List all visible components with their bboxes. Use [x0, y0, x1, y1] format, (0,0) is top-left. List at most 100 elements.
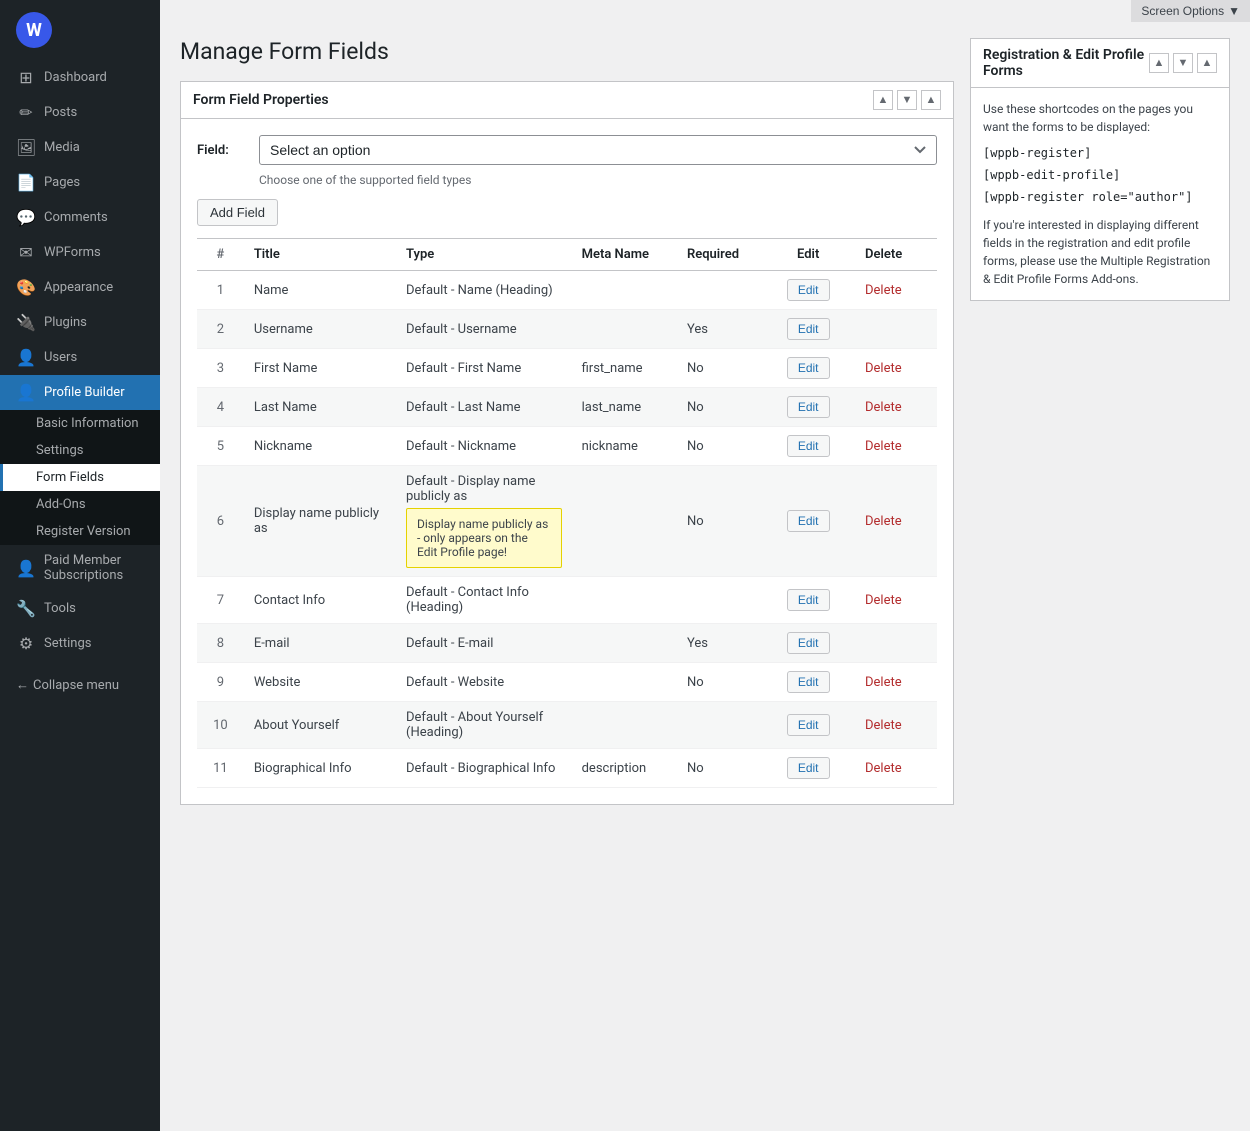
row-edit-cell: Edit	[761, 466, 855, 577]
field-hint: Choose one of the supported field types	[197, 173, 937, 187]
row-num: 7	[197, 577, 244, 624]
sidebar-item-settings[interactable]: ⚙ Settings	[0, 626, 160, 661]
row-title: Last Name	[244, 388, 396, 427]
row-type: Default - Biographical Info	[396, 749, 572, 788]
edit-button[interactable]: Edit	[787, 279, 830, 301]
row-required: Yes	[677, 310, 761, 349]
edit-button[interactable]: Edit	[787, 671, 830, 693]
edit-button[interactable]: Edit	[787, 357, 830, 379]
screen-options-label: Screen Options	[1141, 4, 1224, 18]
row-num: 5	[197, 427, 244, 466]
delete-link[interactable]: Delete	[865, 761, 902, 776]
row-type: Default - Website	[396, 663, 572, 702]
add-field-button[interactable]: Add Field	[197, 199, 278, 226]
sidebar-item-users[interactable]: 👤 Users	[0, 340, 160, 375]
pages-icon: 📄	[16, 173, 36, 192]
field-type-select[interactable]: Select an option	[259, 135, 937, 165]
media-icon: 🖼	[16, 138, 36, 157]
submenu-item-register-version[interactable]: Register Version	[0, 518, 160, 545]
sidebar-logo: W	[0, 0, 160, 60]
edit-button[interactable]: Edit	[787, 510, 830, 532]
sidebar-item-pages[interactable]: 📄 Pages	[0, 165, 160, 200]
sidebar-item-posts[interactable]: ✏ Posts	[0, 95, 160, 130]
delete-link[interactable]: Delete	[865, 361, 902, 376]
meta-box-down-button[interactable]: ▼	[897, 90, 917, 110]
delete-link[interactable]: Delete	[865, 514, 902, 529]
row-title: About Yourself	[244, 702, 396, 749]
sidebar-item-appearance[interactable]: 🎨 Appearance	[0, 270, 160, 305]
table-row: 8 E-mail Default - E-mail Yes Edit	[197, 624, 937, 663]
table-row: 11 Biographical Info Default - Biographi…	[197, 749, 937, 788]
settings-icon: ⚙	[16, 634, 36, 653]
sidebar-item-profile-builder[interactable]: 👤 Profile Builder	[0, 375, 160, 410]
page-content: Manage Form Fields Form Field Properties…	[160, 22, 1250, 837]
sidebar-item-dashboard[interactable]: ⊞ Dashboard	[0, 60, 160, 95]
row-delete-cell: Delete	[855, 577, 937, 624]
delete-link[interactable]: Delete	[865, 675, 902, 690]
plugins-icon: 🔌	[16, 313, 36, 332]
table-row: 1 Name Default - Name (Heading) Edit Del…	[197, 271, 937, 310]
row-num: 3	[197, 349, 244, 388]
row-type: Default - Username	[396, 310, 572, 349]
delete-link[interactable]: Delete	[865, 283, 902, 298]
tools-icon: 🔧	[16, 599, 36, 618]
sidebar-item-wpforms[interactable]: ✉ WPForms	[0, 235, 160, 270]
delete-link[interactable]: Delete	[865, 439, 902, 454]
edit-button[interactable]: Edit	[787, 714, 830, 736]
collapse-menu[interactable]: ← Collapse menu	[0, 669, 160, 701]
profile-builder-icon: 👤	[16, 383, 36, 402]
row-required	[677, 702, 761, 749]
reg-box-up-button[interactable]: ▲	[1149, 53, 1169, 73]
delete-link[interactable]: Delete	[865, 400, 902, 415]
row-meta: description	[572, 749, 677, 788]
sidebar-item-plugins[interactable]: 🔌 Plugins	[0, 305, 160, 340]
row-delete-cell: Delete	[855, 663, 937, 702]
row-num: 2	[197, 310, 244, 349]
meta-box-up-button[interactable]: ▲	[873, 90, 893, 110]
sidebar-item-tools[interactable]: 🔧 Tools	[0, 591, 160, 626]
edit-button[interactable]: Edit	[787, 589, 830, 611]
reg-box-toggle-button[interactable]: ▲	[1197, 53, 1217, 73]
screen-options-button[interactable]: Screen Options ▼	[1131, 0, 1250, 22]
collapse-icon: ←	[16, 677, 29, 693]
row-edit-cell: Edit	[761, 577, 855, 624]
delete-link[interactable]: Delete	[865, 718, 902, 733]
screen-options-arrow-icon: ▼	[1228, 4, 1240, 18]
topbar: Screen Options ▼	[160, 0, 1250, 22]
meta-box-toggle-button[interactable]: ▲	[921, 90, 941, 110]
row-required: No	[677, 349, 761, 388]
edit-button[interactable]: Edit	[787, 396, 830, 418]
sidebar-item-media[interactable]: 🖼 Media	[0, 130, 160, 165]
form-field-properties-header: Form Field Properties ▲ ▼ ▲	[181, 82, 953, 119]
submenu-item-basic-info[interactable]: Basic Information	[0, 410, 160, 437]
submenu-item-form-fields[interactable]: Form Fields	[0, 464, 160, 491]
row-num: 1	[197, 271, 244, 310]
submenu-item-settings[interactable]: Settings	[0, 437, 160, 464]
registration-intro: Use these shortcodes on the pages you wa…	[983, 100, 1217, 136]
sidebar-item-paid-member[interactable]: 👤 Paid Member Subscriptions	[0, 545, 160, 591]
delete-link[interactable]: Delete	[865, 593, 902, 608]
sidebar-item-label: Dashboard	[44, 70, 107, 85]
col-header-edit: Edit	[761, 239, 855, 271]
row-edit-cell: Edit	[761, 427, 855, 466]
row-delete-cell: Delete	[855, 466, 937, 577]
row-delete-cell: Delete	[855, 427, 937, 466]
registration-box-body: Use these shortcodes on the pages you wa…	[971, 88, 1229, 300]
profile-builder-submenu: Basic Information Settings Form Fields A…	[0, 410, 160, 545]
registration-box: Registration & Edit Profile Forms ▲ ▼ ▲ …	[970, 38, 1230, 301]
edit-button[interactable]: Edit	[787, 632, 830, 654]
row-required	[677, 271, 761, 310]
row-num: 10	[197, 702, 244, 749]
appearance-icon: 🎨	[16, 278, 36, 297]
edit-button[interactable]: Edit	[787, 318, 830, 340]
row-required	[677, 577, 761, 624]
row-meta	[572, 310, 677, 349]
edit-button[interactable]: Edit	[787, 757, 830, 779]
edit-button[interactable]: Edit	[787, 435, 830, 457]
sidebar-item-comments[interactable]: 💬 Comments	[0, 200, 160, 235]
row-title: Contact Info	[244, 577, 396, 624]
submenu-item-add-ons[interactable]: Add-Ons	[0, 491, 160, 518]
sidebar: W ⊞ Dashboard ✏ Posts 🖼 Media 📄 Pages 💬 …	[0, 0, 160, 1131]
row-title: Biographical Info	[244, 749, 396, 788]
reg-box-down-button[interactable]: ▼	[1173, 53, 1193, 73]
